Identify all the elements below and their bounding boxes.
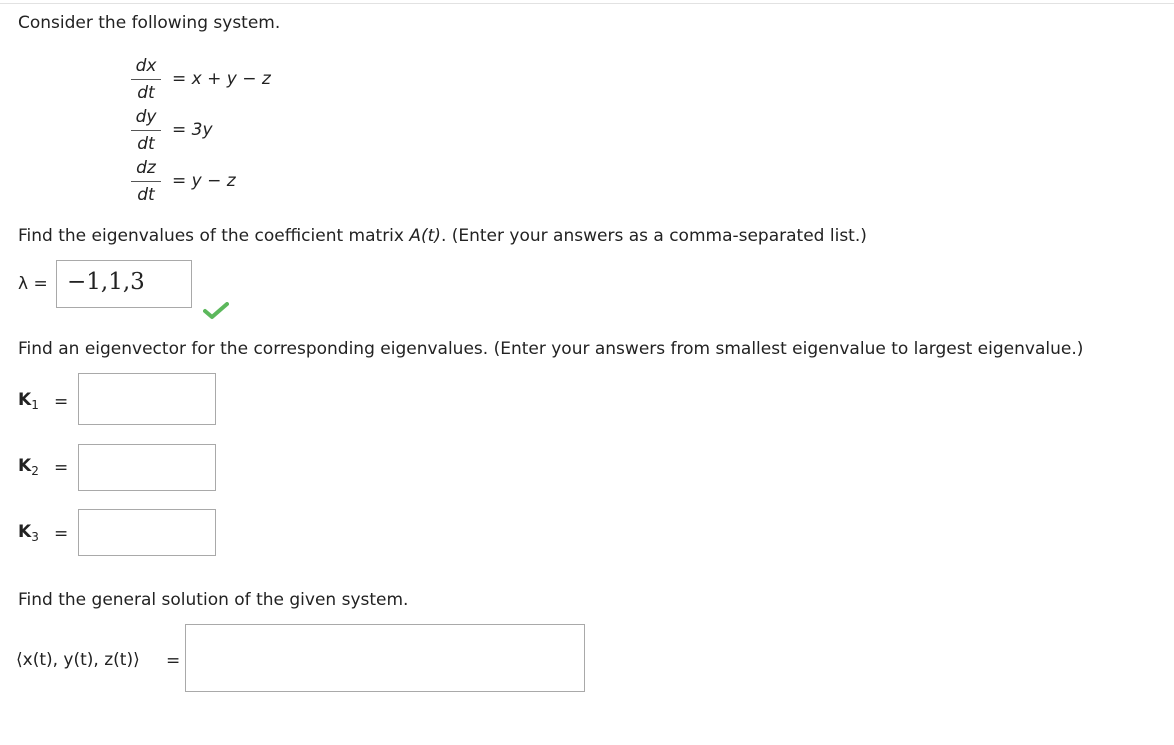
k2-equals: = (54, 458, 69, 478)
top-divider (0, 3, 1174, 4)
fraction-dy-dt: dy dt (131, 106, 161, 155)
equation-2-rhs: = 3y (172, 120, 213, 140)
eigenvalues-answer-field[interactable]: −1,1,3 (56, 260, 192, 308)
k1-input[interactable] (78, 373, 216, 425)
numerator: dy (135, 107, 157, 127)
matrix-symbol: A(t) (409, 226, 441, 246)
rhs-expression: 3y (191, 120, 213, 140)
fraction-dz-dt: dz dt (131, 157, 161, 206)
equals-sign: = (172, 120, 187, 140)
rhs-expression: x + y − z (191, 69, 271, 89)
eigenvector-question: Find an eigenvector for the correspondin… (18, 339, 1084, 359)
fraction-bar (131, 79, 161, 80)
k2-input[interactable] (78, 444, 216, 491)
numerator: dx (135, 56, 157, 76)
checkmark-icon (203, 302, 229, 319)
numerator: dz (136, 158, 156, 178)
k3-input[interactable] (78, 509, 216, 556)
rhs-expression: y − z (191, 171, 236, 191)
denominator: dt (137, 185, 155, 205)
general-solution-input[interactable] (185, 624, 585, 692)
equation-3-rhs: = y − z (172, 171, 236, 191)
k3-equals: = (54, 524, 69, 544)
denominator: dt (137, 134, 155, 154)
lambda-label: λ = (18, 274, 48, 294)
eigenvalues-answer-value: −1,1,3 (67, 269, 145, 295)
fraction-bar (131, 181, 161, 182)
k3-label: K3 (18, 522, 39, 544)
equals-sign: = (172, 171, 187, 191)
solution-equals: = (166, 651, 181, 671)
k1-equals: = (54, 392, 69, 412)
k1-label: K1 (18, 390, 39, 412)
fraction-dx-dt: dx dt (131, 55, 161, 104)
general-solution-question: Find the general solution of the given s… (18, 590, 409, 610)
solution-vector-label: ⟨x(t), y(t), z(t)⟩ (16, 650, 140, 670)
denominator: dt (137, 83, 155, 103)
fraction-bar (131, 130, 161, 131)
k2-label: K2 (18, 456, 39, 478)
equation-1-rhs: = x + y − z (172, 69, 271, 89)
equals-sign: = (172, 69, 187, 89)
eigenvalues-question: Find the eigenvalues of the coefficient … (18, 226, 867, 246)
intro-text: Consider the following system. (18, 13, 281, 33)
